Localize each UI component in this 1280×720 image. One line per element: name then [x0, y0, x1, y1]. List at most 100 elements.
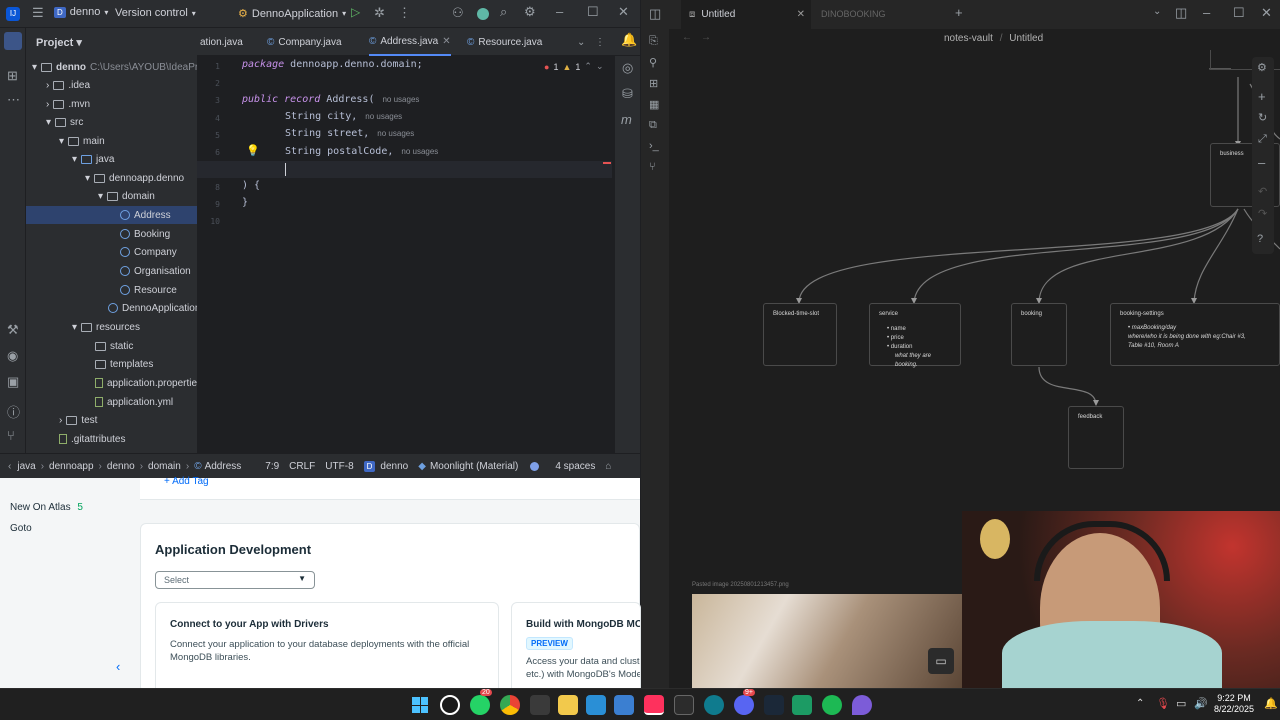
tree-row-main[interactable]: ▾ main [26, 132, 105, 150]
tree-row-application-yml[interactable]: application.yml [26, 393, 173, 411]
indent-setting[interactable]: 4 spaces [555, 461, 595, 472]
canvas-settings-icon[interactable]: ⚙ [1257, 61, 1267, 74]
close-icon[interactable]: ✕ [1261, 5, 1272, 21]
tree-row-company[interactable]: Company [26, 243, 177, 261]
file-explorer-icon[interactable] [558, 695, 578, 715]
settings-gear-icon[interactable]: ⚙ [524, 4, 536, 20]
add-tag-link[interactable]: + Add Tag [164, 476, 209, 487]
whatsapp-icon[interactable]: 20 [470, 689, 492, 715]
database-icon[interactable]: ⛁ [622, 86, 633, 102]
app-icon[interactable] [792, 695, 812, 715]
inspection-widget[interactable]: ● 1 ▲ 1 ⌃ ⌄ [544, 61, 603, 72]
debug-icon[interactable]: ✲ [374, 5, 385, 21]
zoom-out-icon[interactable]: – [1258, 155, 1265, 170]
tree-row-src[interactable]: ▾ src [26, 113, 83, 131]
store-icon[interactable] [530, 695, 550, 715]
project-selector[interactable]: D denno ▾ [54, 6, 108, 18]
node-feedback[interactable]: feedback [1068, 406, 1124, 469]
main-menu-icon[interactable]: ☰ [32, 5, 44, 21]
microphone-icon[interactable]: 🎙 [1156, 697, 1170, 710]
project-panel-title[interactable]: Project ▾ [36, 36, 82, 49]
node-booking[interactable]: booking [1011, 303, 1067, 366]
tree-row-static[interactable]: static [26, 337, 133, 355]
tab-company[interactable]: © Company.java [267, 28, 342, 56]
close-tab-icon[interactable]: ✕ [442, 36, 450, 47]
run-icon[interactable]: ▷ [351, 5, 360, 19]
tree-row-mvn[interactable]: › .mvn [26, 95, 90, 113]
tabs-more-icon[interactable]: ⋮ [595, 28, 605, 56]
memory-indicator-icon[interactable] [530, 461, 540, 471]
obsidian-taskbar-icon[interactable] [852, 695, 872, 715]
status-project[interactable]: denno [380, 461, 408, 472]
tree-row-denno[interactable]: ▾ denno C:\Users\AYOUB\IdeaPro [26, 58, 197, 76]
code-editor[interactable] [197, 28, 640, 453]
minimize-icon[interactable]: – [556, 4, 563, 19]
todo-icon[interactable] [614, 695, 634, 715]
tree-row-application-properties[interactable]: application.properties [26, 374, 197, 392]
drivers-card[interactable]: Connect to your App with Drivers Connect… [155, 602, 499, 694]
pasted-image[interactable]: ▭ [692, 594, 962, 688]
version-control-menu[interactable]: Version control ▾ [115, 7, 196, 19]
tree-row-address[interactable]: Address [26, 206, 197, 224]
zoom-to-fit-icon[interactable]: ⤢ [1258, 133, 1267, 146]
spotify-icon[interactable] [822, 695, 842, 715]
maximize-icon[interactable]: ☐ [587, 4, 599, 20]
node-service[interactable]: service • name • price • duration what t… [869, 303, 961, 368]
tree-row-domain[interactable]: ▾ domain [26, 187, 155, 205]
maximize-icon[interactable]: ☐ [1233, 5, 1245, 21]
lock-icon[interactable]: ⌂ [605, 461, 611, 472]
breadcrumb-dennoapp[interactable]: dennoapp [49, 461, 94, 472]
tab-address[interactable]: © Address.java ✕ [369, 28, 451, 56]
ai-chat-icon[interactable]: ◎ [622, 60, 633, 76]
project-tool-icon[interactable] [4, 32, 22, 50]
show-hidden-icons-icon[interactable]: ⌃ [1136, 698, 1144, 709]
undo-icon[interactable]: ↶ [1258, 185, 1267, 198]
tree-row-resource[interactable]: Resource [26, 281, 177, 299]
run-config-selector[interactable]: ⚙ DennoApplication ▾ [238, 7, 346, 21]
caret-position[interactable]: 7:9 [265, 461, 279, 472]
reset-zoom-icon[interactable]: ↻ [1258, 111, 1267, 124]
problems-icon[interactable]: ⓘ [7, 402, 20, 421]
search-icon[interactable]: ⌕ [500, 4, 507, 20]
ai-assistant-icon[interactable] [477, 8, 489, 20]
zoom-in-icon[interactable]: + [1258, 89, 1266, 104]
goto-item[interactable]: Goto [10, 523, 32, 534]
git-icon[interactable]: ⑂ [7, 428, 15, 443]
edge-icon[interactable] [704, 695, 724, 715]
breadcrumb-address[interactable]: Address [205, 461, 242, 472]
tree-row-gitattributes[interactable]: .gitattributes [26, 430, 125, 448]
breadcrumb-denno[interactable]: denno [107, 461, 135, 472]
status-theme[interactable]: Moonlight (Material) [430, 461, 518, 472]
volume-icon[interactable]: 🔊 [1194, 697, 1208, 710]
node-booking-settings[interactable]: booking-settings • maxBooking/day where/… [1110, 303, 1280, 366]
tree-row-test[interactable]: › test [26, 411, 97, 429]
file-encoding[interactable]: UTF-8 [325, 461, 353, 472]
tree-row-resources[interactable]: ▾ resources [26, 318, 140, 336]
terminal-icon[interactable]: ▣ [7, 374, 19, 390]
help-icon[interactable]: ? [1257, 233, 1263, 245]
usage-hint[interactable]: no usages [401, 147, 438, 156]
build-icon[interactable]: ⚒ [7, 322, 19, 338]
lightbulb-icon[interactable]: 💡 [246, 144, 260, 157]
redo-icon[interactable]: ↷ [1258, 207, 1267, 220]
start-button-icon[interactable] [410, 695, 430, 715]
steam-icon[interactable] [764, 695, 784, 715]
chrome-icon[interactable] [500, 695, 520, 715]
new-on-atlas-item[interactable]: New On Atlas 5 [10, 502, 83, 513]
maven-icon[interactable]: m [621, 112, 632, 127]
tabs-dropdown-icon[interactable]: ⌄ [577, 28, 585, 56]
tab-resource[interactable]: © Resource.java [467, 28, 542, 56]
add-user-icon[interactable]: ⚇ [452, 5, 464, 21]
vscode-icon[interactable] [586, 695, 606, 715]
tree-row-idea[interactable]: › .idea [26, 76, 90, 94]
node-blocked-time-slot[interactable]: Blocked-time-slot [763, 303, 837, 366]
tree-row-templates[interactable]: templates [26, 355, 153, 373]
error-stripe-mark[interactable] [603, 162, 611, 164]
network-icon[interactable]: ▭ [1176, 697, 1186, 710]
discord-icon[interactable]: 9+ [734, 689, 755, 715]
tab-list-icon[interactable]: ⌄ [1153, 6, 1161, 17]
tree-row-booking[interactable]: Booking [26, 225, 170, 243]
mcp-card[interactable]: Build with MongoDB MCP Se PREVIEW Access… [511, 602, 641, 694]
tree-row-dennoapplication[interactable]: DennoApplication [26, 299, 197, 317]
tab-application[interactable]: ation.java [200, 28, 243, 56]
